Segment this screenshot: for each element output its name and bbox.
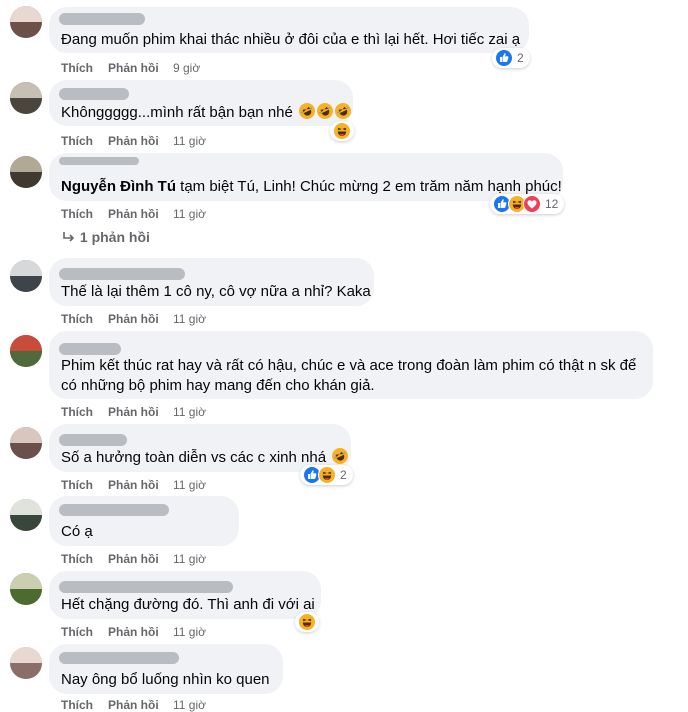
comment-time[interactable]: 11 giờ [173, 312, 206, 326]
rofl-emoji [299, 103, 316, 119]
reply-button[interactable]: Phản hồi [108, 552, 159, 566]
view-replies-link[interactable]: 1 phản hồi [62, 229, 150, 245]
redacted-author-name[interactable] [59, 652, 179, 664]
like-button[interactable]: Thích [61, 478, 93, 492]
comment-text: Hết chặng đường đó. Thì anh đi với ai [61, 596, 315, 613]
comment-bubble: Thế là lại thêm 1 cô ny, cô vợ nữa a nhỉ… [49, 258, 374, 306]
reaction-summary[interactable] [295, 612, 319, 632]
redacted-author-name[interactable] [59, 434, 127, 446]
reply-button[interactable]: Phản hồi [108, 134, 159, 148]
comment-text-line-2: có những bộ phim hay mang đến cho khán g… [61, 377, 375, 394]
rofl-emoji [335, 103, 352, 119]
comment-text: Thế là lại thêm 1 cô ny, cô vợ nữa a nhỉ… [61, 283, 371, 300]
reply-button[interactable]: Phản hồi [108, 625, 159, 639]
comment-bubble: Phim kết thúc rat hay và rất có hậu, chú… [49, 331, 653, 399]
comment-time[interactable]: 11 giờ [173, 478, 206, 492]
like-button[interactable]: Thích [61, 312, 93, 326]
avatar[interactable] [10, 260, 42, 292]
avatar[interactable] [10, 647, 42, 679]
avatar[interactable] [10, 6, 42, 38]
rofl-emoji [332, 448, 349, 464]
comment-bubble: Khônggggg...mình rất bận bạn nhé [49, 80, 353, 126]
tagged-user-name[interactable]: Nguyễn Đình Tú [61, 178, 176, 195]
like-button[interactable]: Thích [61, 625, 93, 639]
comment-text-line-1: Phim kết thúc rat hay và rất có hậu, chú… [61, 357, 637, 374]
haha-icon [318, 466, 336, 484]
comment-time[interactable]: 11 giờ [173, 625, 206, 639]
comment-bubble: Hết chặng đường đó. Thì anh đi với ai [49, 571, 321, 619]
reply-button[interactable]: Phản hồi [108, 405, 159, 419]
reaction-summary[interactable]: 2 [300, 465, 353, 485]
comment-bubble: Nguyễn Đình Tú tạm biệt Tú, Linh! Chúc m… [49, 153, 563, 201]
comment-bubble: Có ạ [49, 496, 239, 546]
comment-time[interactable]: 11 giờ [173, 207, 206, 221]
reaction-count: 2 [340, 468, 347, 482]
redacted-author-name[interactable] [59, 88, 129, 100]
love-icon [523, 195, 541, 213]
redacted-author-name[interactable] [59, 157, 139, 165]
like-button[interactable]: Thích [61, 405, 93, 419]
comment-time[interactable]: 11 giờ [173, 552, 206, 566]
redacted-author-name[interactable] [59, 268, 185, 280]
reply-button[interactable]: Phản hồi [108, 312, 159, 326]
comment-text: Nguyễn Đình Tú tạm biệt Tú, Linh! Chúc m… [61, 178, 562, 195]
avatar[interactable] [10, 82, 42, 114]
avatar[interactable] [10, 156, 42, 188]
reply-button[interactable]: Phản hồi [108, 478, 159, 492]
like-button[interactable]: Thích [61, 61, 93, 75]
like-button[interactable]: Thích [61, 207, 93, 221]
redacted-author-name[interactable] [59, 13, 145, 25]
rofl-emoji [317, 103, 334, 119]
redacted-author-name[interactable] [59, 343, 121, 355]
like-button[interactable]: Thích [61, 552, 93, 566]
reaction-count: 2 [517, 51, 524, 65]
reply-button[interactable]: Phản hồi [108, 207, 159, 221]
avatar[interactable] [10, 573, 42, 605]
reply-arrow-icon [63, 232, 75, 242]
avatar[interactable] [10, 335, 42, 367]
comment-bubble: Đang muốn phim khai thác nhiều ở đôi của… [49, 7, 529, 53]
avatar[interactable] [10, 427, 42, 459]
reaction-summary[interactable]: 2 [492, 48, 530, 68]
haha-icon [333, 122, 351, 140]
reply-button[interactable]: Phản hồi [108, 61, 159, 75]
comment-time[interactable]: 11 giờ [173, 134, 206, 148]
reaction-summary[interactable] [330, 121, 354, 141]
comment-text: Khônggggg...mình rất bận bạn nhé [61, 102, 352, 123]
comment-text: Đang muốn phim khai thác nhiều ở đôi của… [61, 31, 521, 48]
comment-text: Có ạ [61, 523, 93, 540]
haha-icon [298, 613, 316, 631]
redacted-author-name[interactable] [59, 581, 233, 593]
comment-time[interactable]: 9 giờ [173, 61, 200, 75]
like-button[interactable]: Thích [61, 134, 93, 148]
redacted-author-name[interactable] [59, 504, 169, 516]
comment-bubble: Nay ông bổ luống nhìn ko quen [49, 644, 283, 694]
avatar[interactable] [10, 499, 42, 531]
reaction-count: 12 [545, 197, 559, 211]
comment-time[interactable]: 11 giờ [173, 405, 206, 419]
comment-text: Nay ông bổ luống nhìn ko quen [61, 671, 270, 688]
like-icon [495, 49, 513, 67]
reaction-summary[interactable]: 12 [490, 194, 565, 214]
